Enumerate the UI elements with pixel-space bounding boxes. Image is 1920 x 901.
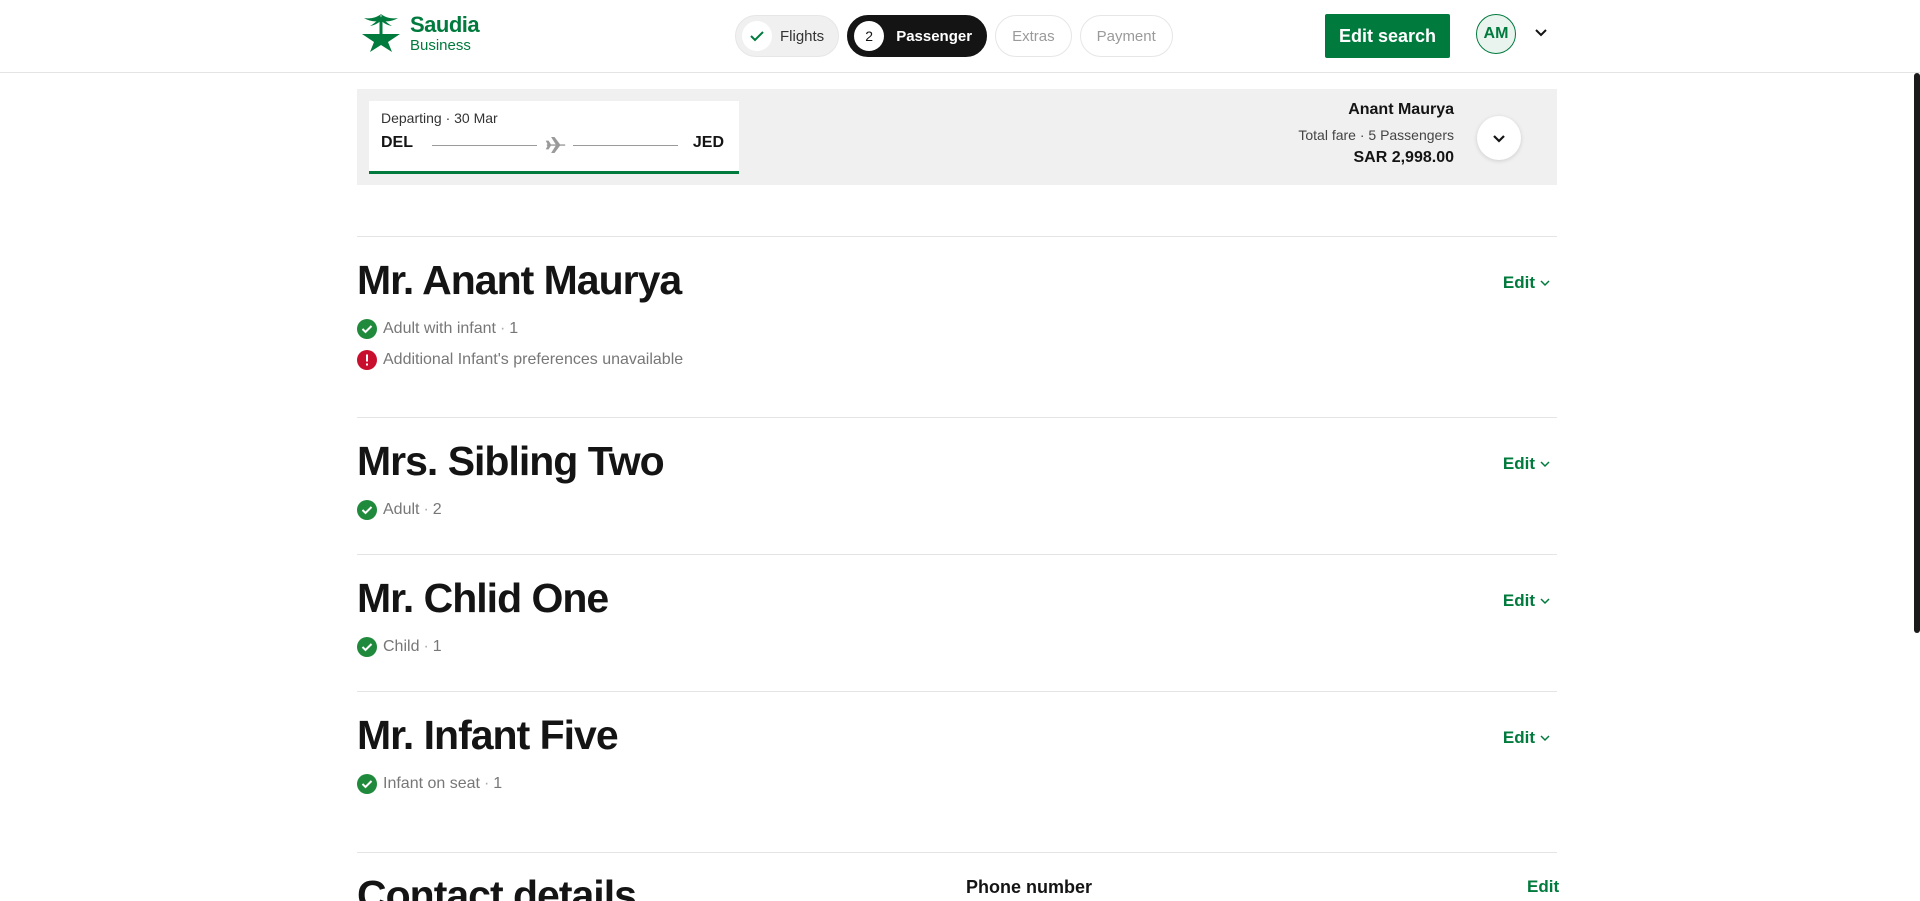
step-extras[interactable]: Extras xyxy=(995,15,1072,57)
step-label: Payment xyxy=(1096,27,1156,45)
scrollbar[interactable] xyxy=(1914,73,1920,633)
passenger-type: Infant on seat xyxy=(383,775,480,792)
edit-passenger-button[interactable]: Edit xyxy=(1503,273,1551,293)
passenger-warning: Additional Infant's preferences unavaila… xyxy=(357,350,683,370)
contact-details-title: Contact details xyxy=(357,872,637,901)
flight-card[interactable]: Departing · 30 Mar DEL JED xyxy=(369,101,739,174)
edit-contact-button[interactable]: Edit xyxy=(1527,877,1559,897)
trip-summary: Departing · 30 Mar DEL JED Anant Maurya … xyxy=(357,89,1557,185)
check-circle-icon xyxy=(357,774,377,794)
passenger-status: Adult · 2 xyxy=(357,500,442,520)
step-flights[interactable]: Flights xyxy=(735,15,840,57)
check-circle-icon xyxy=(357,319,377,339)
logo-name: Saudia xyxy=(410,11,480,37)
chevron-down-icon[interactable] xyxy=(1532,24,1550,42)
plane-icon xyxy=(545,136,566,154)
passenger-type: Adult xyxy=(383,501,420,518)
chevron-down-icon xyxy=(1540,461,1550,468)
booking-stepper: Flights 2 Passenger Extras Payment xyxy=(735,15,1173,57)
avatar[interactable]: AM xyxy=(1476,14,1516,54)
error-circle-icon xyxy=(357,350,377,370)
edit-label: Edit xyxy=(1502,591,1535,610)
logo-subtitle: Business xyxy=(410,36,471,54)
origin-code: DEL xyxy=(381,134,413,151)
passenger-name: Mr. Chlid One xyxy=(357,575,609,621)
passenger-card: Mrs. Sibling Two Adult · 2 Edit xyxy=(357,417,1557,554)
edit-label: Edit xyxy=(1502,728,1535,747)
passenger-name: Mr. Anant Maurya xyxy=(357,257,682,303)
chevron-down-icon xyxy=(1540,280,1550,287)
edit-label: Edit xyxy=(1502,454,1535,473)
passenger-status: Adult with infant · 1 xyxy=(357,319,518,339)
passenger-card: Mr. Chlid One Child · 1 Edit xyxy=(357,554,1557,691)
edit-passenger-button[interactable]: Edit xyxy=(1503,591,1551,611)
step-label: Flights xyxy=(780,27,825,45)
check-circle-icon xyxy=(357,500,377,520)
edit-passenger-button[interactable]: Edit xyxy=(1503,728,1551,748)
edit-search-button[interactable]: Edit search xyxy=(1325,14,1450,58)
total-fare-label: Total fare · 5 Passengers xyxy=(1298,127,1454,143)
passenger-index: 1 xyxy=(509,320,519,337)
step-number: 2 xyxy=(854,21,885,51)
warning-text: Additional Infant's preferences unavaila… xyxy=(383,351,684,368)
passenger-index: 1 xyxy=(432,638,442,655)
edit-passenger-button[interactable]: Edit xyxy=(1503,454,1551,474)
saudia-logo[interactable]: Saudia Business xyxy=(358,11,480,54)
palm-swords-logo-icon xyxy=(362,14,400,52)
step-label: Extras xyxy=(1012,27,1055,45)
passenger-status: Infant on seat · 1 xyxy=(357,774,502,794)
step-passenger[interactable]: 2 Passenger xyxy=(847,15,988,57)
check-circle-icon xyxy=(357,637,377,657)
chevron-down-icon xyxy=(1540,735,1550,742)
route-line xyxy=(573,145,678,146)
passenger-card: Mr. Infant Five Infant on seat · 1 Edit xyxy=(357,691,1557,853)
lead-passenger-name: Anant Maurya xyxy=(1348,101,1454,118)
passenger-index: 1 xyxy=(493,775,503,792)
chevron-down-icon xyxy=(1540,598,1550,605)
summary-expand-button[interactable] xyxy=(1477,116,1521,160)
total-fare-amount: SAR 2,998.00 xyxy=(1353,149,1454,166)
passenger-name: Mrs. Sibling Two xyxy=(357,438,665,484)
check-icon xyxy=(742,21,772,51)
passenger-type: Adult with infant xyxy=(383,320,496,337)
top-header: Saudia Business Flights 2 Passenger Extr… xyxy=(0,0,1920,73)
passenger-status: Child · 1 xyxy=(357,637,442,657)
chevron-down-icon xyxy=(1493,135,1505,143)
route-line xyxy=(432,145,537,146)
edit-label: Edit xyxy=(1502,273,1535,292)
passenger-card: Mr. Anant Maurya Adult with infant · 1 A… xyxy=(357,236,1557,418)
passenger-type: Child xyxy=(383,638,420,655)
step-payment[interactable]: Payment xyxy=(1079,15,1173,57)
step-label: Passenger xyxy=(896,27,973,45)
passenger-index: 2 xyxy=(432,501,442,518)
phone-number-label: Phone number xyxy=(966,877,1093,897)
departure-date: Departing · 30 Mar xyxy=(381,110,498,126)
destination-code: JED xyxy=(692,134,724,151)
passenger-name: Mr. Infant Five xyxy=(357,712,619,758)
